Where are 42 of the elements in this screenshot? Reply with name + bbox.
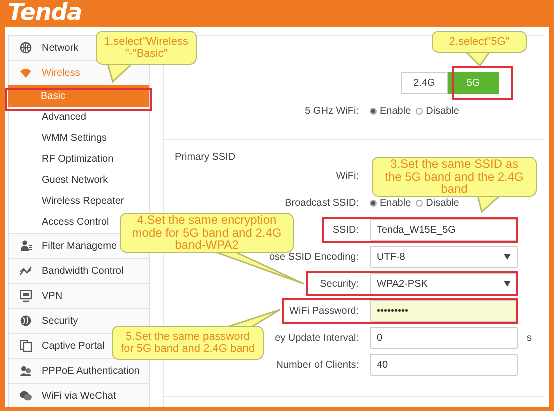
password-field[interactable]: •••••••••	[370, 300, 518, 322]
field-label: ose SSID Encoding:	[270, 252, 359, 262]
field-label: WiFi:	[336, 170, 359, 182]
monitor-icon	[20, 290, 32, 302]
input-field[interactable]: 0	[370, 327, 518, 349]
band-tab[interactable]: 2.4G	[401, 72, 448, 94]
globe-icon	[20, 42, 32, 54]
person-icon	[20, 240, 32, 252]
wifi-icon	[20, 67, 32, 79]
field-label: Broadcast SSID:	[285, 198, 359, 208]
radio-label: Disable	[426, 198, 460, 208]
people-icon	[20, 365, 32, 377]
input-field[interactable]: Tenda_W15E_5G	[370, 219, 518, 241]
radio-label: Enable	[380, 198, 412, 208]
caret-icon	[504, 254, 511, 260]
section-title: Primary SSID	[175, 151, 236, 165]
select-field[interactable]: UTF-8	[370, 246, 518, 268]
unit-label: s	[527, 332, 532, 344]
input-field[interactable]: 40	[370, 354, 518, 376]
radio-button[interactable]	[416, 108, 424, 114]
globe-icon	[20, 315, 32, 327]
sidebar-item[interactable]: VPN	[9, 284, 149, 309]
document-icon	[20, 340, 32, 352]
caret-icon	[504, 281, 511, 287]
field-label: ey Update Interval:	[275, 332, 359, 344]
chat-icon	[20, 390, 32, 402]
chart-line-icon	[20, 265, 32, 277]
select-field[interactable]: WPA2-PSK	[370, 273, 518, 295]
radio-button[interactable]	[370, 108, 377, 114]
field-label: SSID:	[332, 224, 359, 236]
field-label: WiFi Password:	[290, 306, 359, 316]
radio-button[interactable]	[416, 200, 424, 206]
highlight-frame	[452, 66, 513, 100]
logo: Tenda	[8, 0, 82, 26]
radio-label: Enable	[380, 106, 412, 116]
sidebar-item[interactable]: Bandwidth Control	[9, 259, 149, 284]
radio-button[interactable]	[370, 200, 377, 206]
field-label: 5 GHz WiFi:	[305, 106, 359, 116]
sidebar-item[interactable]: WiFi via WeChat	[9, 384, 149, 407]
field-label: Security:	[320, 278, 359, 290]
field-label: Number of Clients:	[276, 360, 359, 370]
radio-label: Disable	[426, 106, 460, 116]
